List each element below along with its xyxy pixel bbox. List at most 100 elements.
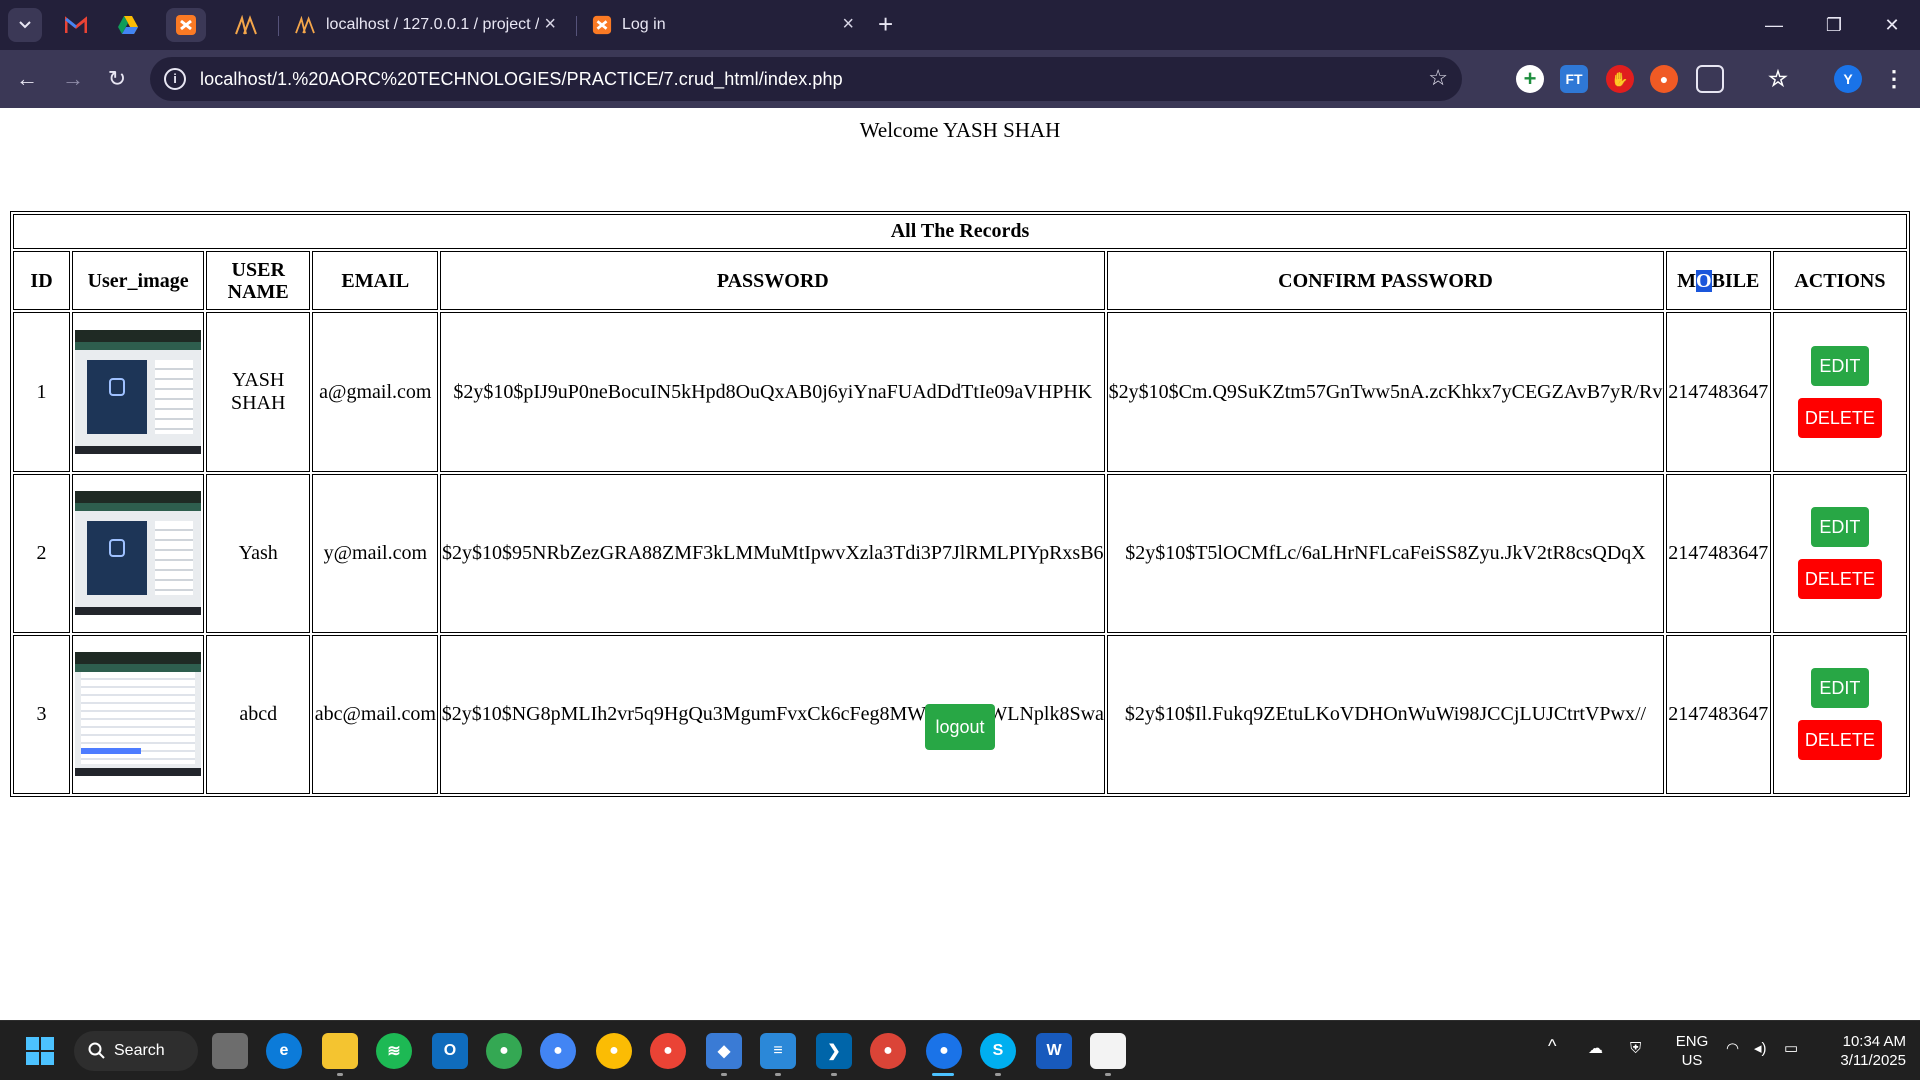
site-info-icon[interactable]: i (164, 68, 186, 90)
user-image-thumbnail (75, 330, 202, 455)
header-mobile-part: BILE (1711, 269, 1760, 292)
delete-button[interactable]: DELETE (1797, 720, 1882, 761)
phpmyadmin-icon (295, 16, 315, 34)
table-header-row: ID User_image USER NAME EMAIL PASSWORD C… (13, 250, 1907, 311)
outlook-icon[interactable]: O (432, 1033, 468, 1069)
browser-menu-icon[interactable]: ⋮ (1880, 65, 1908, 93)
extensions-puzzle-icon[interactable] (1696, 65, 1724, 93)
search-icon (88, 1042, 105, 1059)
bookmark-star-icon[interactable]: ☆ (1428, 65, 1448, 91)
defender-icon[interactable]: ⛨ (1630, 1039, 1641, 1058)
pinned-tab-phpmyadmin[interactable] (226, 8, 266, 42)
active-indicator (932, 1073, 954, 1076)
back-arrow-icon[interactable]: ← (12, 64, 42, 94)
pinned-tab-gmail[interactable] (56, 8, 96, 42)
xampp-icon (592, 15, 612, 35)
tab-phpmyadmin[interactable]: localhost / 127.0.0.1 / project / × (284, 8, 566, 42)
delete-button[interactable]: DELETE (1797, 398, 1882, 439)
extension-ft-icon[interactable]: FT (1560, 65, 1588, 93)
language-indicator[interactable]: ENG US (1672, 1032, 1712, 1070)
chevron-up-icon[interactable]: ^ (1548, 1037, 1556, 1056)
chrome-icon[interactable]: ● (486, 1033, 522, 1069)
xampp-icon (176, 15, 196, 35)
chevron-down-icon (19, 21, 31, 29)
url-text[interactable]: localhost/1.%20AORC%20TECHNOLOGIES/PRACT… (200, 69, 843, 90)
tab-separator (278, 16, 279, 36)
skype-icon[interactable]: S (980, 1033, 1016, 1069)
logout-button[interactable]: logout (925, 704, 995, 750)
cell-mobile: 2147483647 (1665, 634, 1771, 794)
cell-username: abcd (206, 634, 311, 794)
pinned-tab-xampp[interactable] (166, 8, 206, 42)
cell-password: $2y$10$pIJ9uP0neBocuIN5kHpd8OuQxAB0j6yiY… (440, 312, 1106, 472)
chrome-active-icon[interactable]: ● (926, 1033, 962, 1069)
cell-mobile: 2147483647 (1665, 312, 1771, 472)
onedrive-icon[interactable]: ☁ (1588, 1039, 1603, 1058)
extension-hand-icon[interactable]: ✋ (1606, 65, 1634, 93)
cell-password: $2y$10$NG8pMLIh2vr5q9HgQu3MgumFvxCk6cFeg… (440, 634, 1106, 794)
vscode-icon[interactable]: ❯ (816, 1033, 852, 1069)
taskbar-search[interactable]: Search (74, 1031, 198, 1071)
new-tab-button[interactable]: + (878, 9, 893, 39)
delete-button[interactable]: DELETE (1797, 559, 1882, 600)
close-icon[interactable]: × (544, 14, 556, 34)
extension-fire-icon[interactable]: ● (1650, 65, 1678, 93)
running-indicator (831, 1073, 837, 1076)
document-icon[interactable] (1090, 1033, 1126, 1069)
clock[interactable]: 10:34 AM 3/11/2025 (1820, 1032, 1906, 1070)
restore-icon[interactable]: ❐ (1814, 10, 1854, 40)
minimize-icon[interactable]: — (1754, 10, 1794, 40)
user-image-thumbnail (75, 491, 202, 616)
clock-time: 10:34 AM (1842, 1033, 1906, 1050)
header-mobile-part: M (1677, 269, 1697, 292)
app-icon[interactable]: ◆ (706, 1033, 742, 1069)
battery-icon[interactable]: ▭ (1784, 1039, 1798, 1058)
running-indicator (721, 1073, 727, 1076)
chrome-icon[interactable]: ● (870, 1033, 906, 1069)
edit-button[interactable]: EDIT (1810, 346, 1869, 387)
header-actions: ACTIONS (1772, 250, 1907, 311)
spotify-icon[interactable]: ≋ (376, 1033, 412, 1069)
header-password: PASSWORD (440, 250, 1106, 311)
profile-avatar[interactable]: Y (1834, 65, 1862, 93)
notepad-icon[interactable]: ≡ (760, 1033, 796, 1069)
edit-button[interactable]: EDIT (1810, 507, 1869, 548)
cell-user-image (72, 312, 205, 472)
tab-log-in[interactable]: Log in × (582, 8, 864, 42)
close-icon[interactable]: × (842, 14, 854, 34)
header-id: ID (13, 250, 71, 311)
reload-icon[interactable]: ↻ (102, 64, 132, 94)
welcome-message: Welcome YASH SHAH (859, 118, 1061, 142)
header-email: EMAIL (312, 250, 439, 311)
header-username-line2: NAME (227, 280, 289, 303)
cell-username: Yash (206, 473, 311, 633)
file-explorer-icon[interactable] (322, 1033, 358, 1069)
browser-tab-bar: localhost / 127.0.0.1 / project / × Log … (0, 0, 1920, 50)
bookmarks-icon[interactable]: ☆ (1764, 65, 1792, 93)
chrome-icon[interactable]: ● (650, 1033, 686, 1069)
edge-icon[interactable]: e (266, 1033, 302, 1069)
cell-user-image (72, 473, 205, 633)
wifi-icon[interactable]: ◠ (1726, 1039, 1739, 1058)
chrome-icon[interactable]: ● (596, 1033, 632, 1069)
tab-search-button[interactable] (8, 8, 42, 42)
volume-icon[interactable]: ◂) (1754, 1039, 1767, 1058)
windows-start-icon[interactable] (22, 1033, 58, 1069)
forward-arrow-icon[interactable]: → (58, 64, 88, 94)
close-window-icon[interactable]: ✕ (1872, 10, 1912, 40)
header-confirm-password: CONFIRM PASSWORD (1107, 250, 1664, 311)
page-content: Welcome YASH SHAH All The Records ID Use… (0, 108, 1920, 1020)
edit-button[interactable]: EDIT (1810, 668, 1869, 709)
table-caption: All The Records (13, 214, 1907, 249)
pinned-tab-drive[interactable] (108, 8, 148, 42)
language-line2: US (1681, 1052, 1703, 1069)
search-label: Search (114, 1042, 165, 1059)
cell-id: 1 (13, 312, 71, 472)
username-line1: YASH (232, 369, 285, 392)
chrome-icon[interactable]: ● (540, 1033, 576, 1069)
extension-add-icon[interactable]: + (1516, 65, 1544, 93)
word-icon[interactable]: W (1036, 1033, 1072, 1069)
address-bar[interactable]: i localhost/1.%20AORC%20TECHNOLOGIES/PRA… (150, 57, 1462, 101)
table-row: 1 YASH SHAH a@gmail.com $2y$10$pIJ9uP0ne… (13, 312, 1907, 472)
task-view-icon[interactable] (212, 1033, 248, 1069)
